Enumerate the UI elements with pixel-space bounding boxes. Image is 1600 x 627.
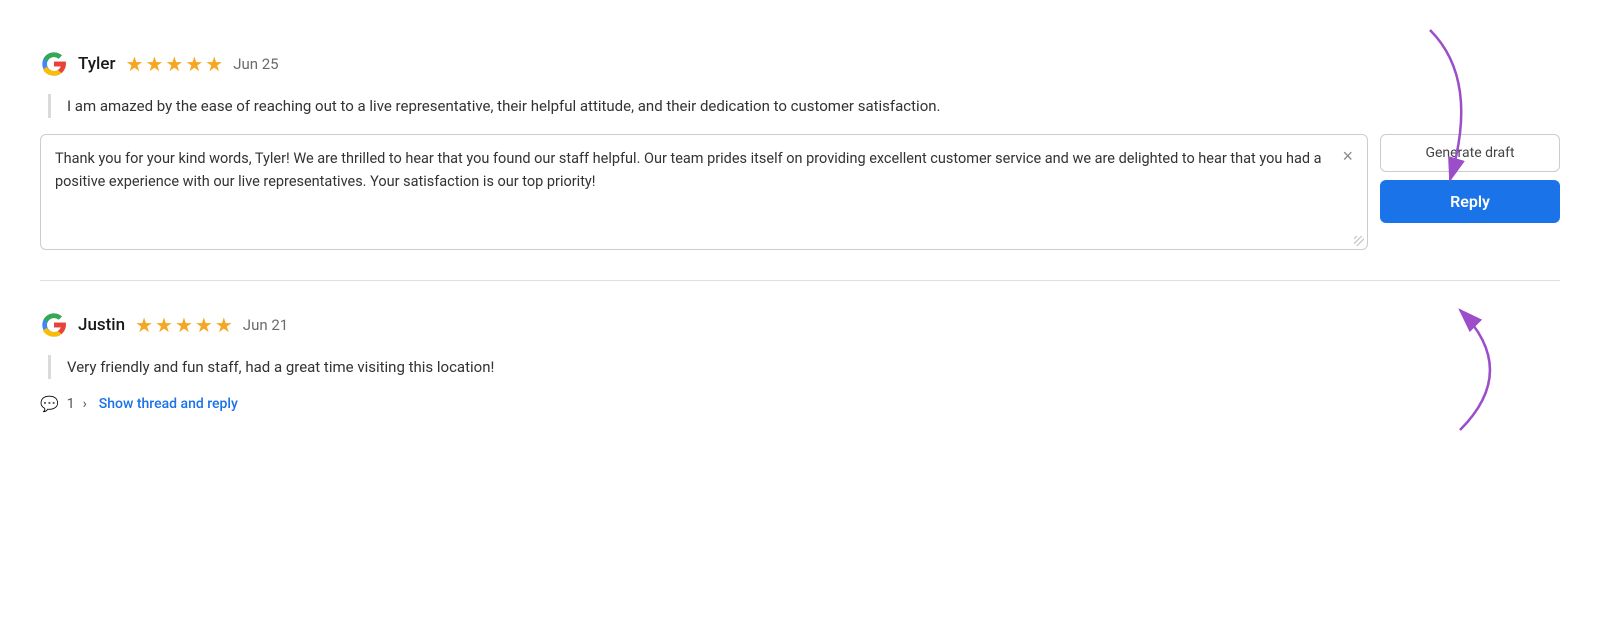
review-justin: Justin ★ ★ ★ ★ ★ Jun 21 Very friendly an… (40, 291, 1560, 433)
comment-count: 1 (67, 396, 75, 412)
page-wrapper: Tyler ★ ★ ★ ★ ★ Jun 25 I am amazed by th… (40, 30, 1560, 433)
star-2: ★ (145, 52, 163, 76)
google-icon (40, 50, 68, 78)
show-thread-link[interactable]: Show thread and reply (99, 396, 238, 412)
star-1: ★ (126, 52, 144, 76)
reply-area-tyler: × Generate draft Reply (40, 134, 1560, 250)
review-text-tyler: I am amazed by the ease of reaching out … (67, 94, 1560, 118)
review-quote-justin: Very friendly and fun staff, had a great… (48, 355, 1560, 379)
review-header-justin: Justin ★ ★ ★ ★ ★ Jun 21 (40, 311, 1560, 339)
stars-tyler: ★ ★ ★ ★ ★ (126, 52, 224, 76)
star-j3: ★ (175, 313, 193, 337)
star-5: ★ (205, 52, 223, 76)
star-j2: ★ (155, 313, 173, 337)
reply-button[interactable]: Reply (1380, 180, 1560, 223)
reply-textarea[interactable] (41, 135, 1367, 245)
google-icon-justin (40, 311, 68, 339)
comment-icon: 💬 (40, 395, 59, 413)
star-3: ★ (165, 52, 183, 76)
chevron-right-icon: › (83, 396, 87, 412)
review-date-tyler: Jun 25 (233, 55, 278, 73)
reply-buttons: Generate draft Reply (1380, 134, 1560, 223)
show-thread-row: 💬 1 › Show thread and reply (40, 395, 1560, 413)
review-quote-tyler: I am amazed by the ease of reaching out … (48, 94, 1560, 118)
stars-justin: ★ ★ ★ ★ ★ (135, 313, 233, 337)
review-text-justin: Very friendly and fun staff, had a great… (67, 355, 1560, 379)
reply-textarea-container: × (40, 134, 1368, 250)
clear-button[interactable]: × (1338, 145, 1357, 167)
divider-1 (40, 280, 1560, 281)
generate-draft-button[interactable]: Generate draft (1380, 134, 1560, 172)
resize-handle[interactable] (1352, 234, 1364, 246)
star-j4: ★ (195, 313, 213, 337)
review-date-justin: Jun 21 (243, 316, 288, 334)
review-header-tyler: Tyler ★ ★ ★ ★ ★ Jun 25 (40, 50, 1560, 78)
reviewer-name-justin: Justin (78, 315, 125, 335)
star-j1: ★ (135, 313, 153, 337)
star-j5: ★ (215, 313, 233, 337)
review-tyler: Tyler ★ ★ ★ ★ ★ Jun 25 I am amazed by th… (40, 30, 1560, 270)
reviewer-name-tyler: Tyler (78, 54, 116, 74)
star-4: ★ (185, 52, 203, 76)
